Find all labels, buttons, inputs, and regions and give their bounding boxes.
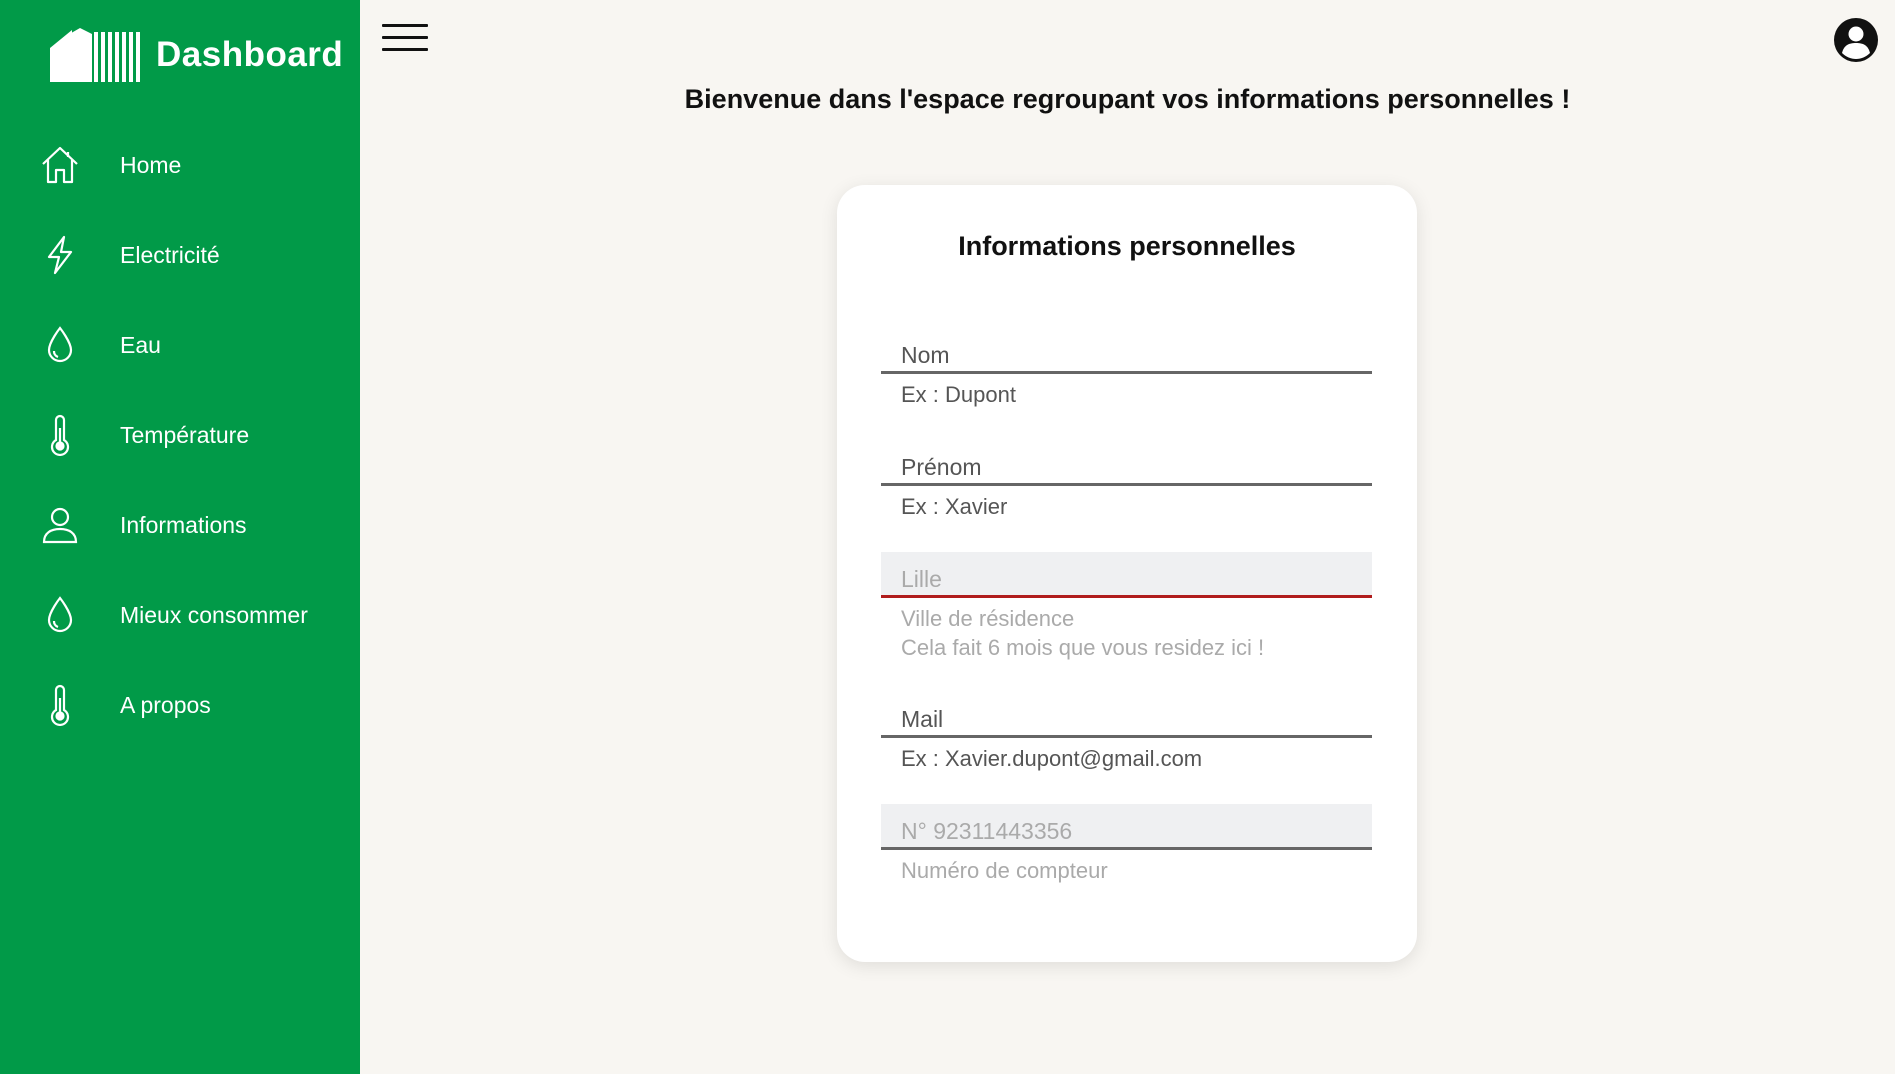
sidebar-item-label: Température — [120, 421, 250, 448]
ville-helper: Ville de résidence — [901, 606, 1075, 631]
ville-value: Lille — [901, 566, 942, 592]
sidebar-item-label: Electricité — [120, 241, 220, 268]
nom-value: Nom — [901, 342, 950, 368]
sidebar-item-a-propos[interactable]: A propos — [0, 660, 360, 750]
prenom-input[interactable]: Prénom — [881, 440, 1372, 486]
drop-icon — [38, 593, 82, 637]
nom-input[interactable]: Nom — [881, 328, 1372, 374]
hamburger-menu-icon[interactable] — [382, 24, 428, 56]
mail-field[interactable]: Mail Ex : Xavier.dupont@gmail.com — [881, 692, 1372, 773]
user-icon — [38, 503, 82, 547]
house-logo-icon — [50, 28, 140, 82]
page-title: Bienvenue dans l'espace regroupant vos i… — [684, 84, 1571, 114]
drop-icon — [38, 323, 82, 367]
sidebar-nav: Home Electricité Eau Température Informa… — [0, 120, 360, 750]
mail-value: Mail — [901, 706, 944, 732]
sidebar-item-label: Eau — [120, 331, 161, 358]
sidebar-item-label: Informations — [120, 511, 247, 538]
sidebar-item-home[interactable]: Home — [0, 120, 360, 210]
ville-field[interactable]: Lille Ville de résidence Cela fait 6 moi… — [881, 552, 1372, 662]
nom-helper: Ex : Dupont — [901, 382, 1016, 407]
sidebar: Dashboard Home Electricité Eau Températu… — [0, 0, 360, 1074]
sidebar-item-label: Home — [120, 151, 182, 178]
nom-field[interactable]: Nom Ex : Dupont — [881, 328, 1372, 409]
sidebar-item-mieux-consommer[interactable]: Mieux consommer — [0, 570, 360, 660]
lightning-icon — [38, 233, 82, 277]
user-avatar-icon[interactable] — [1833, 17, 1879, 63]
sidebar-item-eau[interactable]: Eau — [0, 300, 360, 390]
card-title: Informations personnelles — [958, 231, 1296, 261]
brand-title: Dashboard — [156, 35, 344, 74]
ville-input[interactable]: Lille — [881, 552, 1372, 598]
compteur-input[interactable]: N° 92311443356 — [881, 804, 1372, 850]
window-edge — [1895, 0, 1902, 1074]
compteur-field[interactable]: N° 92311443356 Numéro de compteur — [881, 804, 1372, 885]
thermometer-icon — [38, 413, 82, 457]
mail-helper: Ex : Xavier.dupont@gmail.com — [901, 746, 1203, 771]
brand[interactable]: Dashboard — [48, 26, 343, 84]
prenom-value: Prénom — [901, 454, 982, 480]
sidebar-item-informations[interactable]: Informations — [0, 480, 360, 570]
home-icon — [38, 143, 82, 187]
ville-duration-text: Cela fait 6 mois que vous residez ici ! — [901, 635, 1265, 660]
compteur-helper: Numéro de compteur — [901, 858, 1108, 883]
prenom-helper: Ex : Xavier — [901, 494, 1008, 519]
thermometer-icon — [38, 683, 82, 727]
sidebar-item-temperature[interactable]: Température — [0, 390, 360, 480]
mail-input[interactable]: Mail — [881, 692, 1372, 738]
compteur-value: N° 92311443356 — [901, 818, 1073, 844]
sidebar-item-label: A propos — [120, 691, 211, 718]
personal-info-card: Informations personnelles Nom Ex : Dupon… — [837, 185, 1417, 962]
prenom-field[interactable]: Prénom Ex : Xavier — [881, 440, 1372, 521]
sidebar-item-label: Mieux consommer — [120, 601, 308, 628]
sidebar-item-electricite[interactable]: Electricité — [0, 210, 360, 300]
